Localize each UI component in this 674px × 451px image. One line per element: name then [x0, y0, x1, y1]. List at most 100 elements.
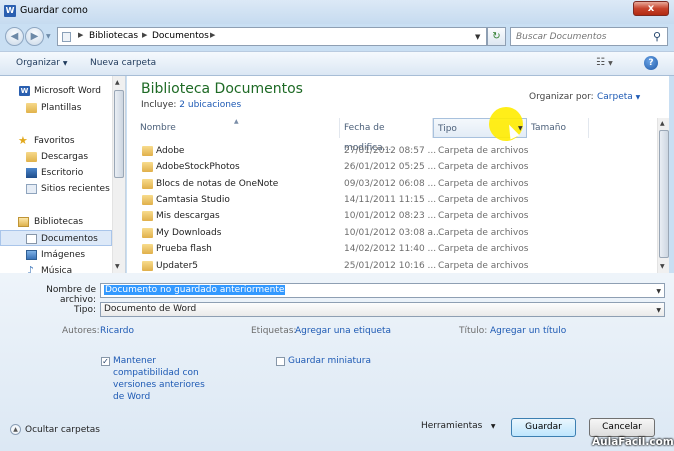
change-view-icon[interactable]: ☷ ▼ [596, 57, 613, 68]
file-name: Mis descargas [156, 211, 220, 221]
filename-label: Nombre de archivo: [46, 285, 96, 305]
images-icon [26, 250, 37, 260]
hide-folders-label: Ocultar carpetas [25, 425, 100, 435]
file-date: 10/01/2012 08:23 ... [344, 211, 437, 221]
column-header-name[interactable]: Nombre [136, 118, 340, 138]
scroll-down-icon[interactable]: ▼ [660, 263, 665, 270]
file-name: Updater5 [156, 261, 199, 271]
nav-item-favoritos[interactable]: ★ Favoritos [0, 133, 112, 149]
nav-item-microsoft-word[interactable]: W Microsoft Word [0, 83, 112, 99]
nav-scrollbar[interactable]: ▲ ▼ [112, 76, 125, 273]
thumbnail-checkbox-label[interactable]: Guardar miniatura [288, 355, 371, 367]
file-name: AdobeStockPhotos [156, 162, 240, 172]
column-header-date[interactable]: Fecha de modifica... [340, 118, 433, 153]
library-title: Biblioteca Documentos [141, 81, 303, 97]
scroll-down-icon[interactable]: ▼ [115, 263, 120, 270]
column-filter-dropdown-icon[interactable]: ▼ [518, 125, 523, 132]
file-row[interactable]: My Downloads 10/01/2012 03:08 a... Carpe… [127, 225, 655, 241]
arrange-by-value: Carpeta [597, 92, 633, 102]
file-date: 27/01/2012 08:57 ... [344, 146, 437, 156]
file-row[interactable]: Updater5 25/01/2012 10:16 ... Carpeta de… [127, 258, 655, 273]
address-dropdown-icon[interactable]: ▼ [475, 33, 480, 41]
file-name: Blocs de notas de OneNote [156, 179, 279, 189]
word-icon: W [4, 5, 16, 17]
file-list-pane: Biblioteca Documentos Incluye: 2 ubicaci… [127, 76, 657, 273]
nav-item-plantillas[interactable]: Plantillas [0, 100, 112, 116]
title-field[interactable]: Agregar un título [490, 326, 566, 336]
nav-item-label: Imágenes [41, 250, 86, 260]
search-box[interactable]: ⚲ [510, 27, 668, 46]
breadcrumb-bibliotecas[interactable]: Bibliotecas [89, 31, 138, 41]
file-row[interactable]: Adobe 27/01/2012 08:57 ... Carpeta de ar… [127, 143, 655, 159]
scroll-up-icon[interactable]: ▲ [660, 120, 665, 127]
tags-field[interactable]: Agregar una etiqueta [295, 326, 391, 336]
help-icon[interactable]: ? [644, 56, 658, 70]
recent-locations-dropdown-icon[interactable]: ▼ [46, 33, 51, 40]
file-type: Carpeta de archivos [438, 261, 529, 271]
cancel-button[interactable]: Cancelar [589, 418, 655, 437]
breadcrumb-documentos[interactable]: Documentos [152, 31, 209, 41]
back-button[interactable]: ◀ [5, 27, 24, 46]
arrange-by-dropdown[interactable]: Carpeta ▼ [597, 92, 640, 102]
refresh-icon: ↻ [492, 31, 501, 42]
file-date: 25/01/2012 10:16 ... [344, 261, 437, 271]
breadcrumb-separator-icon[interactable]: ▶ [78, 31, 83, 39]
search-icon[interactable]: ⚲ [653, 30, 661, 43]
breadcrumb-separator-icon[interactable]: ▶ [210, 31, 215, 39]
folder-icon [142, 211, 153, 221]
address-bar[interactable]: ▶ Bibliotecas ▶ Documentos ▶ ▼ [57, 27, 487, 46]
compat-checkbox-label[interactable]: Mantener compatibilidad con versiones an… [113, 355, 205, 403]
save-button[interactable]: Guardar [511, 418, 576, 437]
nav-item-musica[interactable]: ♪ Música [0, 263, 112, 273]
file-type-select[interactable]: Documento de Word ▼ [100, 302, 665, 317]
chevron-down-icon[interactable]: ▼ [656, 285, 661, 298]
filename-field[interactable]: Documento no guardado anteriormente ▼ [100, 283, 665, 298]
scroll-up-icon[interactable]: ▲ [115, 79, 120, 86]
content-scroll-spacer [657, 76, 669, 118]
close-button[interactable]: x [633, 1, 669, 16]
locations-link[interactable]: 2 ubicaciones [179, 100, 241, 110]
compat-checkbox[interactable]: ✓ [101, 357, 110, 366]
nav-item-label: Plantillas [41, 103, 82, 113]
file-list-scrollbar[interactable]: ▲ ▼ [657, 118, 669, 273]
save-options-panel: Nombre de archivo: Documento no guardado… [0, 273, 674, 451]
nav-item-bibliotecas[interactable]: Bibliotecas [0, 214, 112, 230]
file-date: 10/01/2012 03:08 a... [344, 228, 442, 238]
organize-button[interactable]: Organizar ▼ [16, 58, 68, 68]
file-type: Carpeta de archivos [438, 146, 529, 156]
chevron-down-icon: ▼ [62, 60, 68, 67]
file-row[interactable]: Mis descargas 10/01/2012 08:23 ... Carpe… [127, 208, 655, 224]
hide-folders-button[interactable]: ▲ Ocultar carpetas [10, 424, 100, 435]
organize-label: Organizar [16, 58, 60, 68]
file-date: 14/11/2011 11:15 ... [344, 195, 437, 205]
authors-field[interactable]: Ricardo [100, 326, 134, 336]
nav-scroll-thumb[interactable] [114, 90, 124, 178]
forward-button[interactable]: ▶ [25, 27, 44, 46]
thumbnail-checkbox[interactable] [276, 357, 285, 366]
library-location-icon [62, 32, 71, 42]
nav-item-escritorio[interactable]: Escritorio [0, 165, 112, 181]
nav-item-sitios-recientes[interactable]: Sitios recientes [0, 181, 112, 197]
file-type: Carpeta de archivos [438, 195, 529, 205]
new-folder-button[interactable]: Nueva carpeta [90, 58, 156, 68]
folder-icon [142, 261, 153, 271]
folder-icon [26, 103, 37, 113]
file-row[interactable]: Prueba flash 14/02/2012 11:40 ... Carpet… [127, 241, 655, 257]
word-icon: W [19, 86, 30, 96]
search-input[interactable] [516, 30, 648, 43]
file-row[interactable]: Camtasia Studio 14/11/2011 11:15 ... Car… [127, 192, 655, 208]
nav-item-imagenes[interactable]: Imágenes [0, 247, 112, 263]
folder-icon [142, 146, 153, 156]
file-list-scroll-thumb[interactable] [659, 130, 669, 258]
nav-item-descargas[interactable]: Descargas [0, 149, 112, 165]
nav-item-documentos[interactable]: Documentos [0, 230, 112, 246]
nav-item-label: Sitios recientes [41, 184, 110, 194]
refresh-button[interactable]: ↻ [487, 27, 506, 46]
breadcrumb-separator-icon[interactable]: ▶ [142, 31, 147, 39]
star-icon: ★ [18, 134, 28, 147]
column-header-size[interactable]: Tamaño [527, 118, 589, 138]
file-row[interactable]: AdobeStockPhotos 26/01/2012 05:25 ... Ca… [127, 159, 655, 175]
tools-button[interactable]: Herramientas ▼ [421, 421, 496, 431]
file-row[interactable]: Blocs de notas de OneNote 09/03/2012 06:… [127, 176, 655, 192]
tags-label: Etiquetas: [251, 326, 297, 336]
